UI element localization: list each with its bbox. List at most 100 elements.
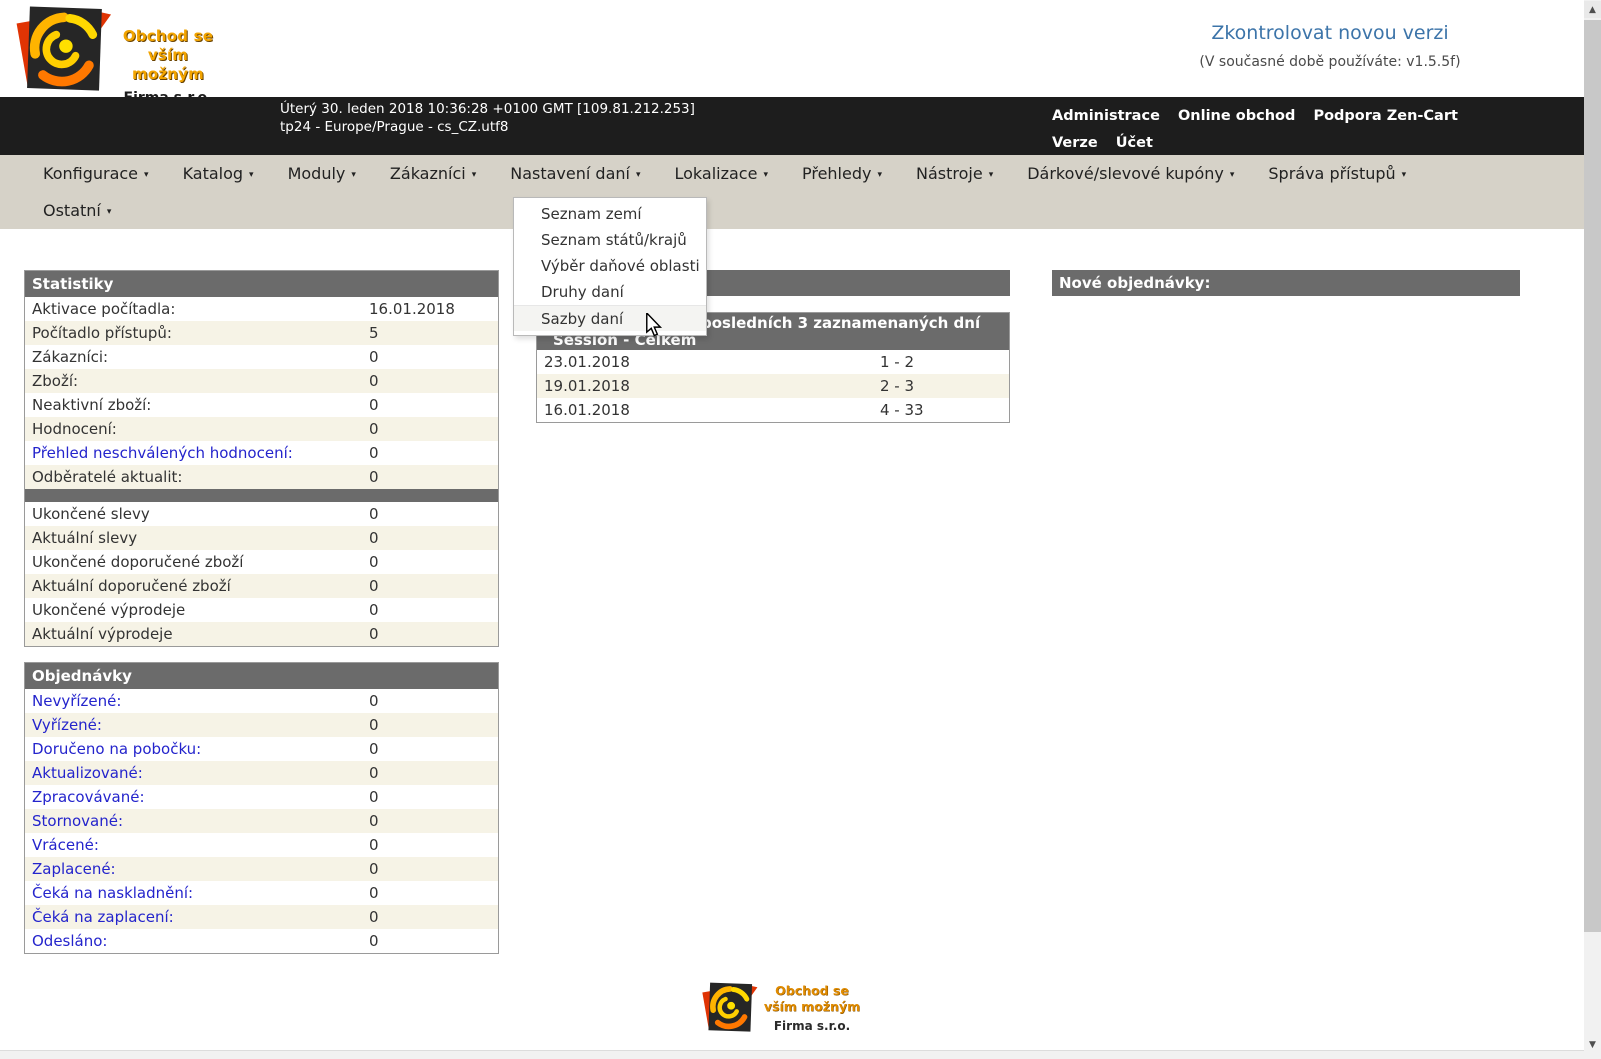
menu-ostatni[interactable]: Ostatní▾ <box>26 201 128 220</box>
mouse-cursor <box>645 313 663 339</box>
table-row: Stornované:0 <box>25 809 498 833</box>
dropdown-item-druhy-dani[interactable]: Druhy daní <box>514 279 706 305</box>
logo-text-line2: vším možným <box>114 46 222 84</box>
chevron-down-icon: ▾ <box>1230 167 1235 180</box>
stat-value: 0 <box>369 420 379 438</box>
chevron-down-icon: ▾ <box>636 167 641 180</box>
vertical-scrollbar[interactable]: ▲ ▼ <box>1584 0 1601 1059</box>
stat-label: Neaktivní zboží: <box>25 396 369 414</box>
chevron-down-icon: ▾ <box>989 167 994 180</box>
tax-settings-dropdown: Seznam zemí Seznam států/krajů Výběr daň… <box>513 197 707 336</box>
order-count: 0 <box>369 764 379 782</box>
stat-value: 0 <box>369 601 379 619</box>
chevron-down-icon: ▾ <box>763 167 768 180</box>
dropdown-item-seznam-zemi[interactable]: Seznam zemí <box>514 201 706 227</box>
table-row: Aktuální slevy0 <box>25 526 498 550</box>
chevron-down-icon: ▾ <box>877 167 882 180</box>
table-row: Čeká na naskladnění:0 <box>25 881 498 905</box>
table-section-divider <box>25 489 498 502</box>
store-logo[interactable]: Obchod se vším možným Firma s.r.o. <box>16 5 222 106</box>
link-podpora-zen-cart[interactable]: Podpora Zen-Cart <box>1313 108 1458 124</box>
dropdown-item-sazby-dani[interactable]: Sazby daní <box>514 305 706 331</box>
menu-zakaznici[interactable]: Zákazníci▾ <box>373 164 493 183</box>
visit-date: 23.01.2018 <box>537 353 880 371</box>
footer-logo-line1: Obchod se <box>762 983 862 999</box>
table-row: Ukončené výprodeje0 <box>25 598 498 622</box>
menu-darkove-kupony[interactable]: Dárkové/slevové kupóny▾ <box>1010 164 1251 183</box>
check-new-version-link[interactable]: Zkontrolovat novou verzi <box>1150 22 1510 44</box>
order-status-link[interactable]: Čeká na zaplacení: <box>25 908 369 926</box>
order-status-link[interactable]: Doručeno na pobočku: <box>25 740 369 758</box>
scroll-down-icon[interactable]: ▼ <box>1584 1036 1601 1053</box>
dropdown-item-seznam-statu-kraju[interactable]: Seznam států/krajů <box>514 227 706 253</box>
main-menu-bar: Konfigurace▾ Katalog▾ Moduly▾ Zákazníci▾… <box>0 155 1584 229</box>
table-row: Aktivace počítadla:16.01.2018 <box>25 297 498 321</box>
order-count: 0 <box>369 812 379 830</box>
order-status-link[interactable]: Vrácené: <box>25 836 369 854</box>
table-row: Přehled neschválených hodnocení:0 <box>25 441 498 465</box>
swirl-logo-icon <box>702 977 758 1039</box>
stat-value: 0 <box>369 468 379 486</box>
table-row: Aktualizované:0 <box>25 761 498 785</box>
stat-label: Ukončené výprodeje <box>25 601 369 619</box>
order-status-link[interactable]: Zaplacené: <box>25 860 369 878</box>
order-status-link[interactable]: Stornované: <box>25 812 369 830</box>
order-count: 0 <box>369 740 379 758</box>
table-row: Ukončené doporučené zboží0 <box>25 550 498 574</box>
unapproved-reviews-link[interactable]: Přehled neschválených hodnocení: <box>25 444 369 462</box>
order-status-link[interactable]: Aktualizované: <box>25 764 369 782</box>
table-row: 23.01.20181 - 2 <box>537 350 1009 374</box>
menu-nastaveni-dani[interactable]: Nastavení daní▾ <box>493 164 657 183</box>
menu-nastroje[interactable]: Nástroje▾ <box>899 164 1010 183</box>
table-row: Zákazníci:0 <box>25 345 498 369</box>
link-online-obchod[interactable]: Online obchod <box>1178 108 1295 124</box>
menu-konfigurace[interactable]: Konfigurace▾ <box>26 164 166 183</box>
table-row: Zaplacené:0 <box>25 857 498 881</box>
order-status-link[interactable]: Nevyřízené: <box>25 692 369 710</box>
link-ucet[interactable]: Účet <box>1116 135 1153 151</box>
table-row: Hodnocení:0 <box>25 417 498 441</box>
menu-lokalizace[interactable]: Lokalizace▾ <box>657 164 784 183</box>
stat-value: 0 <box>369 348 379 366</box>
menu-katalog[interactable]: Katalog▾ <box>166 164 271 183</box>
dropdown-item-vyber-danove-oblasti[interactable]: Výběr daňové oblasti <box>514 253 706 279</box>
stat-value: 0 <box>369 444 379 462</box>
footer-company-name: Firma s.r.o. <box>762 1019 862 1033</box>
stat-value: 0 <box>369 529 379 547</box>
table-row: Čeká na zaplacení:0 <box>25 905 498 929</box>
table-row: 16.01.20184 - 33 <box>537 398 1009 422</box>
scroll-up-icon[interactable]: ▲ <box>1584 1 1601 18</box>
stat-label: Odběratelé aktualit: <box>25 468 369 486</box>
link-administrace[interactable]: Administrace <box>1052 108 1160 124</box>
stat-label: Aktuální doporučené zboží <box>25 577 369 595</box>
stat-label: Aktivace počítadla: <box>25 300 369 318</box>
order-status-link[interactable]: Vyřízené: <box>25 716 369 734</box>
menu-moduly[interactable]: Moduly▾ <box>271 164 373 183</box>
table-row: Ukončené slevy0 <box>25 502 498 526</box>
footer-logo-line2: vším možným <box>762 999 862 1015</box>
server-datetime: Úterý 30. leden 2018 10:36:28 +0100 GMT … <box>280 101 695 119</box>
horizontal-scrollbar[interactable] <box>0 1050 1584 1059</box>
orders-title: Objednávky <box>25 663 498 689</box>
stat-value: 5 <box>369 324 379 342</box>
menu-prehledy[interactable]: Přehledy▾ <box>785 164 899 183</box>
stat-value: 0 <box>369 396 379 414</box>
visit-count: 4 - 33 <box>880 401 924 419</box>
info-bar: Úterý 30. leden 2018 10:36:28 +0100 GMT … <box>0 97 1584 155</box>
stat-label: Ukončené doporučené zboží <box>25 553 369 571</box>
table-row: Vrácené:0 <box>25 833 498 857</box>
order-status-link[interactable]: Odesláno: <box>25 932 369 950</box>
table-row: Odesláno:0 <box>25 929 498 953</box>
logo-text-line1: Obchod se <box>114 27 222 46</box>
order-status-link[interactable]: Zpracovávané: <box>25 788 369 806</box>
order-count: 0 <box>369 932 379 950</box>
stat-value: 0 <box>369 372 379 390</box>
stat-value: 0 <box>369 505 379 523</box>
order-status-link[interactable]: Čeká na naskladnění: <box>25 884 369 902</box>
swirl-logo-icon <box>16 5 112 95</box>
stat-label: Zákazníci: <box>25 348 369 366</box>
scrollbar-thumb[interactable] <box>1584 20 1601 932</box>
menu-sprava-pristupu[interactable]: Správa přístupů▾ <box>1251 164 1423 183</box>
table-row: Nevyřízené:0 <box>25 689 498 713</box>
link-verze[interactable]: Verze <box>1052 135 1098 151</box>
